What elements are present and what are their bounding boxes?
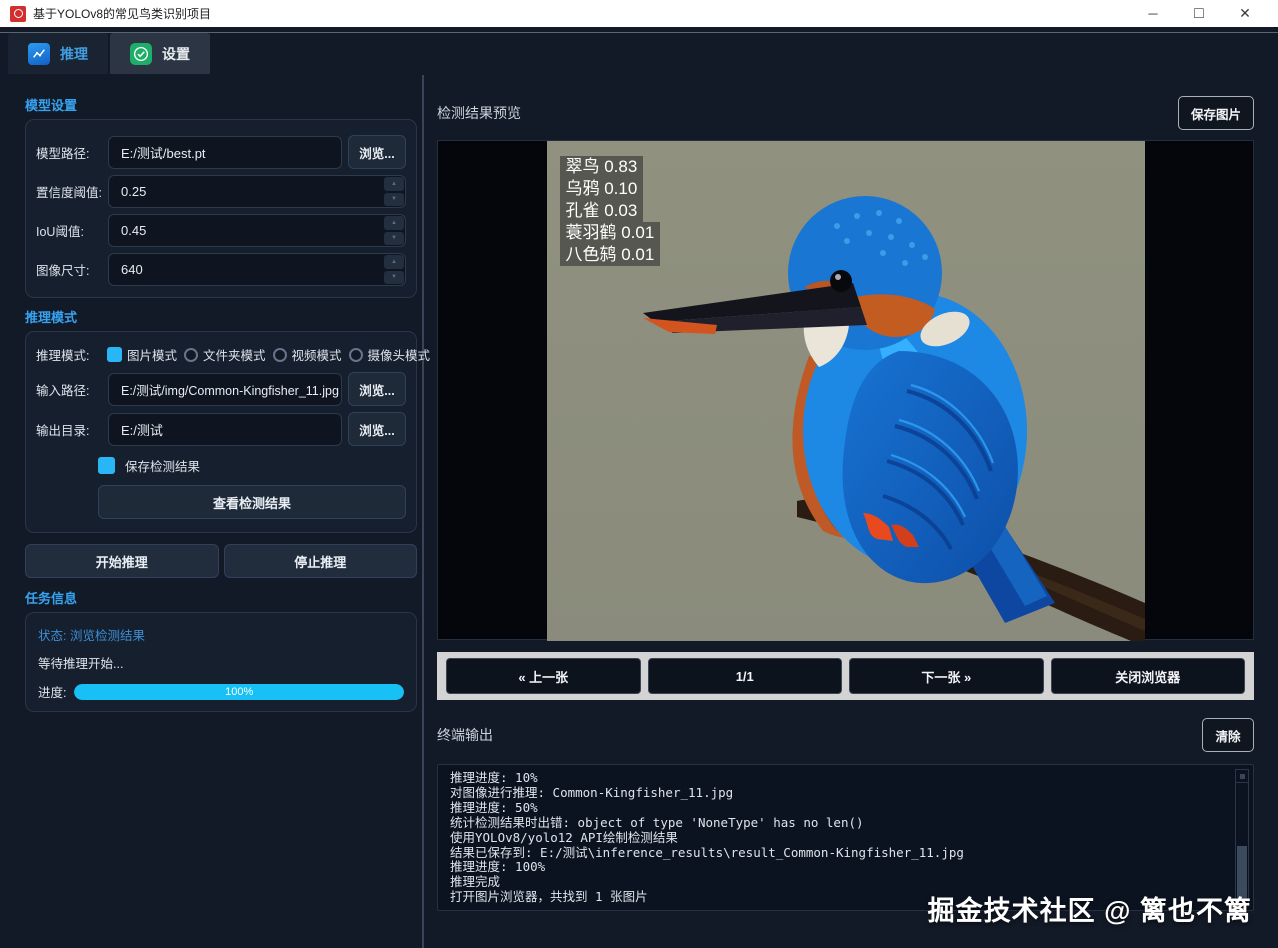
save-results-label: 保存检测结果 <box>125 460 201 474</box>
tab-settings-label: 设置 <box>162 45 190 62</box>
detection-label: 孔雀 0.03 <box>559 200 644 222</box>
terminal-line: 推理进度: 100% <box>450 859 546 875</box>
radio-video-mode-label: 视频模式 <box>291 349 342 363</box>
confidence-input[interactable]: 0.25 <box>108 175 406 208</box>
confidence-label: 置信度阈值: <box>36 186 102 200</box>
imgsize-label: 图像尺寸: <box>36 264 90 278</box>
input-path-label: 输入路径: <box>36 383 90 398</box>
mode-label: 推理模式: <box>36 349 90 363</box>
task-status-text: 状态: 浏览检测结果 <box>38 629 145 643</box>
input-path-input[interactable]: E:/测试/img/Common-Kingfisher_11.jpg <box>108 372 342 406</box>
input-path-browse-button[interactable]: 浏览... <box>348 372 406 406</box>
progress-bar-fill: 100% <box>74 683 404 700</box>
terminal-line: 结果已保存到: E:/测试\inference_results\result_C… <box>450 844 964 860</box>
save-image-button[interactable]: 保存图片 <box>1178 96 1254 130</box>
iou-label: IoU阈值: <box>36 225 84 239</box>
task-wait-text: 等待推理开始... <box>38 657 124 671</box>
tab-inference-label: 推理 <box>60 45 88 62</box>
imgsize-spin-up-button[interactable]: ▲ <box>384 255 404 269</box>
radio-checked-icon <box>107 347 122 362</box>
radio-unchecked-icon <box>348 347 363 362</box>
detection-label: 翠鸟 0.83 <box>559 156 644 178</box>
terminal-line: 使用YOLOv8/yolo12 API绘制检测结果 <box>450 829 678 845</box>
maximize-button[interactable]: □ <box>1176 0 1222 27</box>
radio-unchecked-icon <box>272 347 287 362</box>
model-path-browse-button[interactable]: 浏览... <box>348 135 406 169</box>
output-dir-browse-button[interactable]: 浏览... <box>348 412 406 446</box>
inference-mode-header: 推理模式 <box>25 310 78 325</box>
next-image-button[interactable]: 下一张 » <box>849 658 1044 694</box>
tabbar: 推理 设置 <box>8 33 210 74</box>
radio-image-mode[interactable]: 图片模式 <box>107 345 177 364</box>
task-info-header: 任务信息 <box>25 591 78 606</box>
confidence-spin-up-button[interactable]: ▲ <box>384 177 404 191</box>
start-inference-button[interactable]: 开始推理 <box>25 544 219 578</box>
terminal-line: 推理进度: 50% <box>450 799 538 815</box>
model-path-input[interactable]: E:/测试/best.pt <box>108 135 342 169</box>
iou-input[interactable]: 0.45 <box>108 214 406 247</box>
radio-folder-mode[interactable]: 文件夹模式 <box>184 345 266 364</box>
terminal-line: 对图像进行推理: Common-Kingfisher_11.jpg <box>450 784 734 800</box>
iou-spin-up-button[interactable]: ▲ <box>384 216 404 230</box>
tab-inference[interactable]: 推理 <box>8 33 108 74</box>
imgsize-spin-down-button[interactable]: ▼ <box>384 270 404 284</box>
close-browser-button[interactable]: 关闭浏览器 <box>1050 658 1245 694</box>
checkbox-checked-icon <box>98 457 115 474</box>
radio-video-mode[interactable]: 视频模式 <box>272 345 342 364</box>
scrollbar-up-icon[interactable] <box>1236 770 1248 783</box>
view-results-button[interactable]: 查看检测结果 <box>98 485 406 519</box>
detection-label: 八色鸫 0.01 <box>559 244 661 266</box>
radio-camera-mode[interactable]: 摄像头模式 <box>348 345 431 364</box>
model-settings-header: 模型设置 <box>25 98 78 113</box>
save-results-checkbox-row[interactable]: 保存检测结果 <box>98 456 406 475</box>
terminal-scrollbar[interactable] <box>1235 769 1249 906</box>
terminal-line: 统计检测结果时出错: object of type 'NoneType' has… <box>450 814 864 830</box>
detection-labels: 翠鸟 0.83 乌鸦 0.10 孔雀 0.03 蓑羽鹤 0.01 八色鸫 0.0… <box>559 156 661 266</box>
progress-label: 进度: <box>38 686 67 700</box>
titlebar: 基于YOLOv8的常见鸟类识别项目 ─ □ ✕ <box>0 0 1278 27</box>
progress-bar: 100% <box>74 683 404 700</box>
watermark: 掘金技术社区 @ 篱也不篱 <box>927 896 1252 926</box>
terminal-line: 推理完成 <box>450 874 501 890</box>
task-info-box: 状态: 浏览检测结果 等待推理开始... 进度: 100% <box>25 612 417 712</box>
model-settings-box: 模型路径: E:/测试/best.pt 浏览... 置信度阈值: 0.25 ▲ … <box>25 119 417 298</box>
preview-panel: 检测结果预览 保存图片 翠鸟 0.83 乌鸦 0.10 孔雀 0.03 蓑羽鹤 … <box>426 75 1278 948</box>
stop-inference-button[interactable]: 停止推理 <box>223 544 417 578</box>
image-viewer: 翠鸟 0.83 乌鸦 0.10 孔雀 0.03 蓑羽鹤 0.01 八色鸫 0.0… <box>437 140 1254 641</box>
image-nav-bar: « 上一张 1/1 下一张 » 关闭浏览器 <box>437 652 1254 700</box>
radio-camera-mode-label: 摄像头模式 <box>367 349 431 363</box>
app-logo-icon <box>10 5 26 22</box>
close-button[interactable]: ✕ <box>1222 0 1268 27</box>
radio-unchecked-icon <box>184 347 199 362</box>
output-dir-label: 输出目录: <box>36 423 90 438</box>
output-dir-input[interactable]: E:/测试 <box>108 412 342 446</box>
preview-title: 检测结果预览 <box>437 105 521 121</box>
inference-mode-box: 推理模式: 图片模式 文件夹模式 视频模式 摄像头模式 输入路径: E:/测试/… <box>25 331 430 533</box>
check-circle-icon <box>130 42 152 65</box>
window-controls: ─ □ ✕ <box>1130 0 1268 27</box>
chart-line-icon <box>28 42 50 65</box>
terminal-line: 推理进度: 10% <box>450 770 538 785</box>
app-window: 推理 设置 模型设置 模型路径: E:/测试/best.pt 浏览... 置信度… <box>0 27 1278 948</box>
radio-image-mode-label: 图片模式 <box>127 349 178 363</box>
terminal-title: 终端输出 <box>437 727 493 743</box>
radio-folder-mode-label: 文件夹模式 <box>203 349 266 363</box>
prev-image-button[interactable]: « 上一张 <box>446 658 641 694</box>
minimize-button[interactable]: ─ <box>1130 0 1176 27</box>
imgsize-input[interactable]: 640 <box>108 253 406 286</box>
clear-terminal-button[interactable]: 清除 <box>1202 718 1254 752</box>
window-title: 基于YOLOv8的常见鸟类识别项目 <box>33 7 212 21</box>
iou-spin-down-button[interactable]: ▼ <box>384 231 404 245</box>
model-path-label: 模型路径: <box>36 146 90 161</box>
page-indicator: 1/1 <box>647 658 842 694</box>
control-panel: 模型设置 模型路径: E:/测试/best.pt 浏览... 置信度阈值: 0.… <box>0 75 430 948</box>
detection-label: 蓑羽鹤 0.01 <box>559 222 661 244</box>
detection-label: 乌鸦 0.10 <box>559 178 644 200</box>
kingfisher-photo: 翠鸟 0.83 乌鸦 0.10 孔雀 0.03 蓑羽鹤 0.01 八色鸫 0.0… <box>546 141 1145 641</box>
confidence-spin-down-button[interactable]: ▼ <box>384 192 404 206</box>
tab-settings[interactable]: 设置 <box>110 33 210 74</box>
